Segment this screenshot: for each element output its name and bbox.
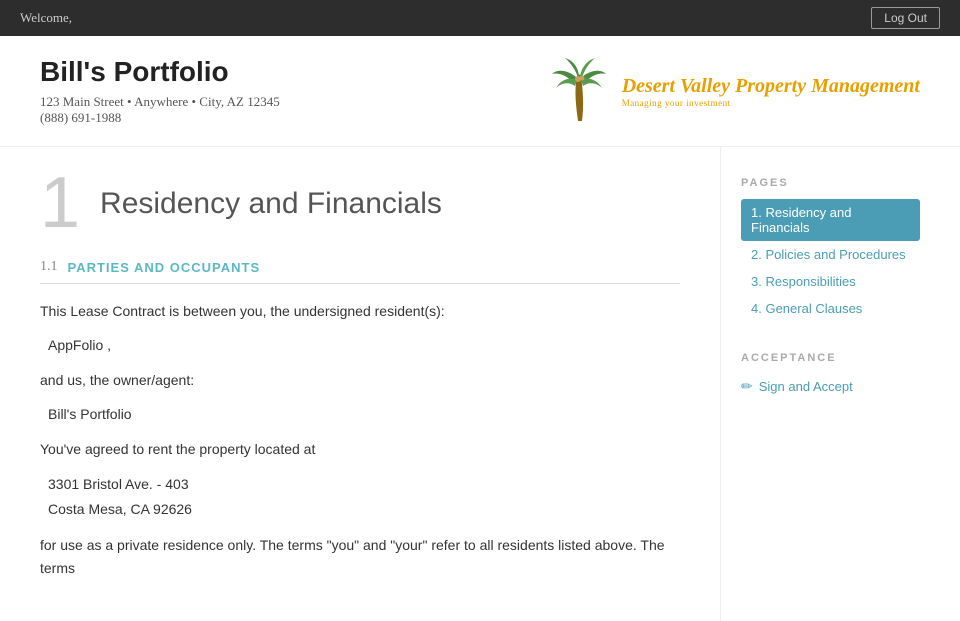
resident-name: AppFolio , [48, 334, 680, 356]
top-nav: Welcome, Log Out [0, 0, 960, 36]
phone-number: (888) 691-1988 [40, 110, 280, 126]
main-layout: 1 Residency and Financials 1.1 PARTIES A… [0, 147, 960, 621]
sign-accept-label: Sign and Accept [759, 379, 853, 394]
page-item-4[interactable]: 4. General Clauses [741, 295, 920, 322]
header-left: Bill's Portfolio 123 Main Street • Anywh… [40, 56, 280, 126]
page-1-number: 1. [751, 205, 765, 220]
logout-button[interactable]: Log Out [871, 7, 940, 29]
pages-section-title: PAGES [741, 177, 920, 189]
page-3-number: 3. [751, 274, 765, 289]
section-number: 1 [40, 167, 80, 239]
page-item-1[interactable]: 1. Residency and Financials [741, 199, 920, 241]
welcome-text: Welcome, [20, 10, 72, 26]
page-4-label: General Clauses [765, 301, 862, 316]
page-2-number: 2. [751, 247, 765, 262]
address-line1: 123 Main Street • Anywhere • City, AZ 12… [40, 94, 280, 110]
property-address: 3301 Bristol Ave. - 403 Costa Mesa, CA 9… [48, 472, 680, 522]
section-title: Residency and Financials [100, 177, 442, 221]
page-2-label: Policies and Procedures [765, 247, 905, 262]
paragraph-end: for use as a private residence only. The… [40, 534, 680, 579]
page-item-2[interactable]: 2. Policies and Procedures [741, 241, 920, 268]
owner-intro: and us, the owner/agent: [40, 369, 680, 391]
pencil-icon: ✏ [741, 378, 753, 395]
page-item-3[interactable]: 3. Responsibilities [741, 268, 920, 295]
sidebar: PAGES 1. Residency and Financials 2. Pol… [720, 147, 940, 621]
address-line2: Costa Mesa, CA 92626 [48, 497, 680, 522]
page-3-label: Responsibilities [765, 274, 855, 289]
header-right: Desert Valley Property Management Managi… [550, 56, 920, 126]
subsection-title: PARTIES AND OCCUPANTS [68, 260, 261, 275]
page-1-label: Residency and Financials [751, 205, 851, 235]
sign-accept-button[interactable]: ✏ Sign and Accept [741, 374, 853, 399]
portfolio-title: Bill's Portfolio [40, 56, 280, 88]
subsection-number: 1.1 [40, 259, 58, 275]
logo-name: Desert Valley Property Management [622, 74, 920, 98]
paragraph-1: This Lease Contract is between you, the … [40, 300, 680, 322]
pages-list: 1. Residency and Financials 2. Policies … [741, 199, 920, 322]
logo-text-block: Desert Valley Property Management Managi… [622, 74, 920, 108]
owner-name: Bill's Portfolio [48, 403, 680, 425]
logo-subtitle: Managing your investment [622, 98, 920, 108]
palm-tree-icon [550, 56, 610, 126]
page-4-number: 4. [751, 301, 765, 316]
acceptance-section-title: ACCEPTANCE [741, 352, 920, 364]
subsection-header: 1.1 PARTIES AND OCCUPANTS [40, 259, 680, 284]
header: Bill's Portfolio 123 Main Street • Anywh… [0, 36, 960, 147]
property-intro: You've agreed to rent the property locat… [40, 438, 680, 460]
section-title-row: 1 Residency and Financials [40, 177, 680, 239]
main-content: 1 Residency and Financials 1.1 PARTIES A… [0, 147, 720, 621]
address-line1: 3301 Bristol Ave. - 403 [48, 472, 680, 497]
